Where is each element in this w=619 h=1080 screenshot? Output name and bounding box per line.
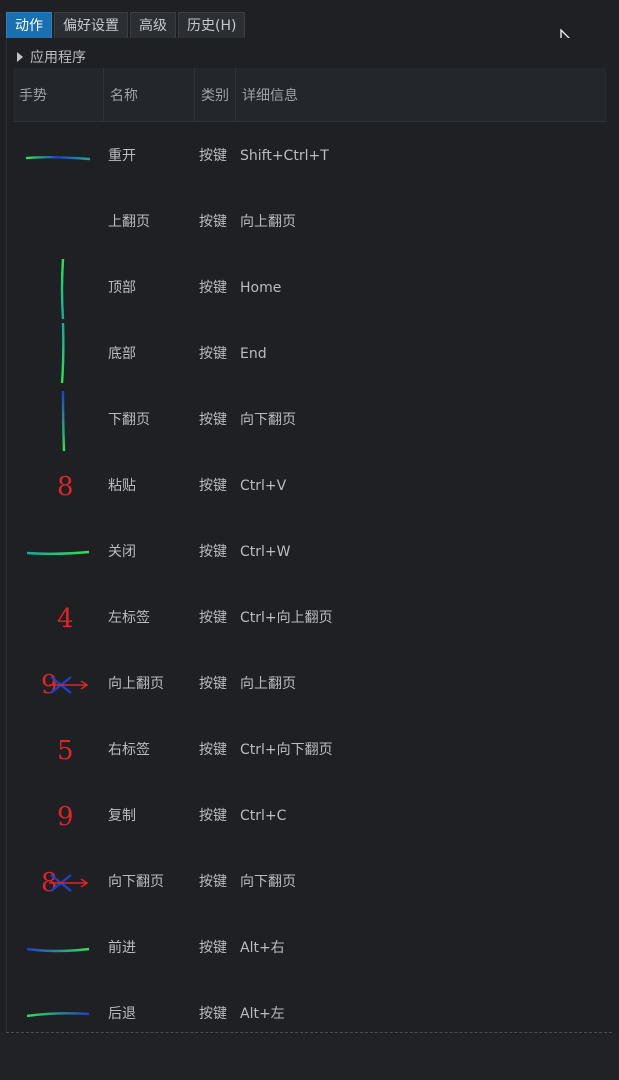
table-row[interactable]: 4 左标签 按键 Ctrl+向上翻页 xyxy=(7,585,617,651)
column-header-detail[interactable]: 详细信息 xyxy=(236,68,607,122)
row-name: 粘贴 xyxy=(108,478,136,494)
gesture-stroke-up-long-icon xyxy=(21,255,91,321)
row-detail: Ctrl+V xyxy=(240,478,287,494)
table-row[interactable]: 下翻页 按键 向下翻页 xyxy=(7,387,617,453)
gesture-stroke-right-icon xyxy=(21,123,91,189)
row-name: 顶部 xyxy=(108,280,136,296)
row-name: 向上翻页 xyxy=(108,676,164,692)
svg-text:8: 8 xyxy=(57,472,74,502)
row-type: 按键 xyxy=(199,478,227,494)
row-detail: 向下翻页 xyxy=(240,874,296,890)
tab-history[interactable]: 历史(H) xyxy=(178,12,246,38)
svg-text:5: 5 xyxy=(57,736,74,766)
row-detail: Home xyxy=(240,280,282,296)
table-row[interactable]: 9 向上翻页 按键 向上翻页 xyxy=(7,651,617,717)
gesture-glyph-4-icon: 4 xyxy=(21,585,91,651)
section-applications[interactable]: 应用程序 xyxy=(17,47,86,67)
table-row[interactable]: 9 复制 按键 Ctrl+C xyxy=(7,783,617,849)
gesture-glyph-9-arrow-icon: 9 xyxy=(21,651,91,717)
row-name: 左标签 xyxy=(108,610,150,626)
row-detail: Ctrl+W xyxy=(240,544,291,560)
row-detail: Ctrl+向上翻页 xyxy=(240,610,333,626)
row-name: 上翻页 xyxy=(108,214,150,230)
row-name: 重开 xyxy=(108,148,136,164)
section-label: 应用程序 xyxy=(30,50,86,66)
table-row[interactable]: 8 向下翻页 按键 向下翻页 xyxy=(7,849,617,915)
table-row[interactable]: 前进 按键 Alt+右 xyxy=(7,915,617,981)
row-type: 按键 xyxy=(199,874,227,890)
row-name: 右标签 xyxy=(108,742,150,758)
row-type: 按键 xyxy=(199,610,227,626)
row-name: 关闭 xyxy=(108,544,136,560)
row-name: 下翻页 xyxy=(108,412,150,428)
row-detail: End xyxy=(240,346,267,362)
row-detail: 向上翻页 xyxy=(240,676,296,692)
row-type: 按键 xyxy=(199,544,227,560)
table-row[interactable]: 关闭 按键 Ctrl+W xyxy=(7,519,617,585)
row-name: 前进 xyxy=(108,940,136,956)
table-row[interactable]: 顶部 按键 Home xyxy=(7,255,617,321)
row-detail: 向下翻页 xyxy=(240,412,296,428)
gesture-glyph-8-icon: 8 xyxy=(21,453,91,519)
gesture-stroke-right-green-icon xyxy=(21,519,91,585)
gesture-glyph-5-icon: 5 xyxy=(21,717,91,783)
bottom-bar xyxy=(0,1034,619,1080)
table-row[interactable]: 5 右标签 按键 Ctrl+向下翻页 xyxy=(7,717,617,783)
tab-actions[interactable]: 动作 xyxy=(6,12,52,38)
row-name: 向下翻页 xyxy=(108,874,164,890)
row-type: 按键 xyxy=(199,808,227,824)
row-type: 按键 xyxy=(199,280,227,296)
table-row[interactable]: 重开 按键 Shift+Ctrl+T xyxy=(7,123,617,189)
row-type: 按键 xyxy=(199,742,227,758)
gestures-panel: 应用程序 手势 名称 类别 详细信息 重开 按键 Shift+Ctrl+T 上翻… xyxy=(6,38,616,1033)
row-type: 按键 xyxy=(199,214,227,230)
row-detail: Alt+右 xyxy=(240,940,285,956)
row-detail: Ctrl+向下翻页 xyxy=(240,742,333,758)
gesture-stroke-right-blue-icon xyxy=(21,915,91,981)
table-row[interactable]: 8 粘贴 按键 Ctrl+V xyxy=(7,453,617,519)
tab-advanced[interactable]: 高级 xyxy=(130,12,176,38)
row-type: 按键 xyxy=(199,412,227,428)
tab-bar: 动作 偏好设置 高级 历史(H) xyxy=(6,12,246,39)
row-type: 按键 xyxy=(199,148,227,164)
row-name: 复制 xyxy=(108,808,136,824)
gesture-stroke-down-icon xyxy=(21,387,91,453)
row-type: 按键 xyxy=(199,346,227,362)
column-header-gesture[interactable]: 手势 xyxy=(13,68,104,122)
table-row[interactable]: 底部 按键 End xyxy=(7,321,617,387)
row-detail: Ctrl+C xyxy=(240,808,287,824)
svg-text:4: 4 xyxy=(57,604,74,634)
row-name: 底部 xyxy=(108,346,136,362)
column-header-type[interactable]: 类别 xyxy=(195,68,236,122)
row-type: 按键 xyxy=(199,676,227,692)
table-row[interactable]: 上翻页 按键 向上翻页 xyxy=(7,189,617,255)
row-detail: 向上翻页 xyxy=(240,214,296,230)
gesture-glyph-9-icon: 9 xyxy=(21,783,91,849)
expand-triangle-icon[interactable] xyxy=(17,52,23,62)
column-header-name[interactable]: 名称 xyxy=(104,68,195,122)
gesture-stroke-down-long-icon xyxy=(21,321,91,387)
svg-text:9: 9 xyxy=(57,802,74,832)
tab-preferences[interactable]: 偏好设置 xyxy=(54,12,128,38)
table-header: 手势 名称 类别 详细信息 xyxy=(13,68,607,122)
gesture-glyph-8-arrow-icon: 8 xyxy=(21,849,91,915)
gesture-stroke-up-icon xyxy=(21,189,91,255)
row-type: 按键 xyxy=(199,940,227,956)
row-detail: Shift+Ctrl+T xyxy=(240,148,329,164)
divider xyxy=(6,1032,612,1033)
